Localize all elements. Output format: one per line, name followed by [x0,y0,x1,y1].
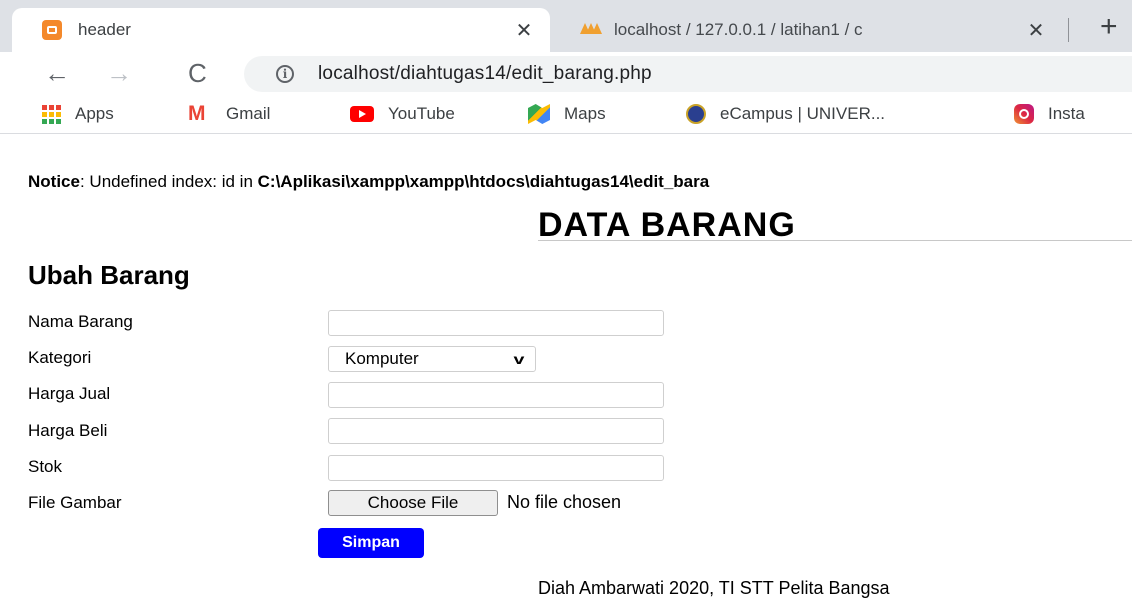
forward-arrow-icon[interactable]: → [106,58,132,88]
tab-separator [1068,18,1069,42]
instagram-icon [1014,104,1034,124]
chevron-down-icon: v [513,351,525,367]
youtube-icon [350,106,374,122]
harga-beli-label: Harga Beli [28,421,108,440]
close-tab-icon[interactable]: ✕ [510,18,538,43]
bookmark-label: Apps [75,104,114,123]
phpmyadmin-icon [580,20,602,40]
footer-text: Diah Ambarwati 2020, TI STT Pelita Bangs… [538,578,890,598]
notice-path: C:\Aplikasi\xampp\xampp\htdocs\diahtugas… [257,172,710,191]
bookmark-label: eCampus | UNIVER... [720,104,886,123]
tab-strip: header ✕ localhost / 127.0.0.1 / latihan… [0,0,1132,52]
reload-icon[interactable]: C [188,58,207,88]
tab-phpmyadmin[interactable]: localhost / 127.0.0.1 / latihan1 / c ✕ [552,8,1062,52]
notice-label: Notice [28,172,80,191]
nama-barang-input[interactable] [328,310,664,336]
bookmark-label: Gmail [226,104,271,123]
bookmark-label: Insta [1048,104,1085,123]
apps-grid-icon [42,104,61,124]
simpan-button[interactable]: Simpan [318,528,424,558]
bookmark-label: YouTube [388,104,455,123]
bookmark-maps[interactable]: Maps [528,104,606,124]
info-icon[interactable]: i [276,65,294,83]
kategori-selected-value: Komputer [345,349,419,368]
notice-text: : Undefined index: id in [79,172,258,191]
stok-input[interactable] [328,455,664,481]
bookmark-youtube[interactable]: YouTube [350,104,455,124]
php-notice: Notice: Undefined index: id in C:\Aplika… [28,172,709,192]
harga-jual-label: Harga Jual [28,384,111,403]
tab-header[interactable]: header ✕ [12,8,550,52]
maps-icon [528,104,550,124]
page-content: Notice: Undefined index: id in C:\Aplika… [0,134,1132,598]
tab-title: localhost / 127.0.0.1 / latihan1 / c [614,20,863,39]
harga-beli-input[interactable] [328,418,664,444]
bookmark-ecampus[interactable]: eCampus | UNIVER... [686,104,885,124]
kategori-select[interactable]: Komputer v [328,346,536,372]
bookmark-instagram[interactable]: Insta [1014,104,1085,124]
file-gambar-label: File Gambar [28,493,122,512]
nama-barang-label: Nama Barang [28,312,133,331]
form-title: Ubah Barang [28,260,190,290]
choose-file-button[interactable]: Choose File [328,490,498,516]
file-status-text: No file chosen [507,492,622,512]
url-text[interactable]: localhost/diahtugas14/edit_barang.php [318,63,652,85]
heading-divider [538,240,1132,241]
back-arrow-icon[interactable]: ← [44,58,70,88]
tab-title: header [78,20,131,39]
bookmark-label: Maps [564,104,606,123]
stok-label: Stok [28,457,63,476]
bookmark-gmail[interactable]: M Gmail [188,102,271,125]
ecampus-icon [686,104,706,124]
xampp-icon [42,20,62,40]
new-tab-button[interactable]: + [1100,12,1118,42]
close-tab-icon[interactable]: ✕ [1022,18,1050,43]
bookmark-apps[interactable]: Apps [42,104,114,124]
kategori-label: Kategori [28,348,92,367]
bookmarks-bar: Apps M Gmail YouTube Maps eCampus | UNIV… [0,96,1132,134]
gmail-icon: M [188,102,206,125]
harga-jual-input[interactable] [328,382,664,408]
browser-toolbar: ← → C i localhost/diahtugas14/edit_baran… [0,52,1132,96]
address-bar[interactable]: i localhost/diahtugas14/edit_barang.php [244,56,1132,92]
